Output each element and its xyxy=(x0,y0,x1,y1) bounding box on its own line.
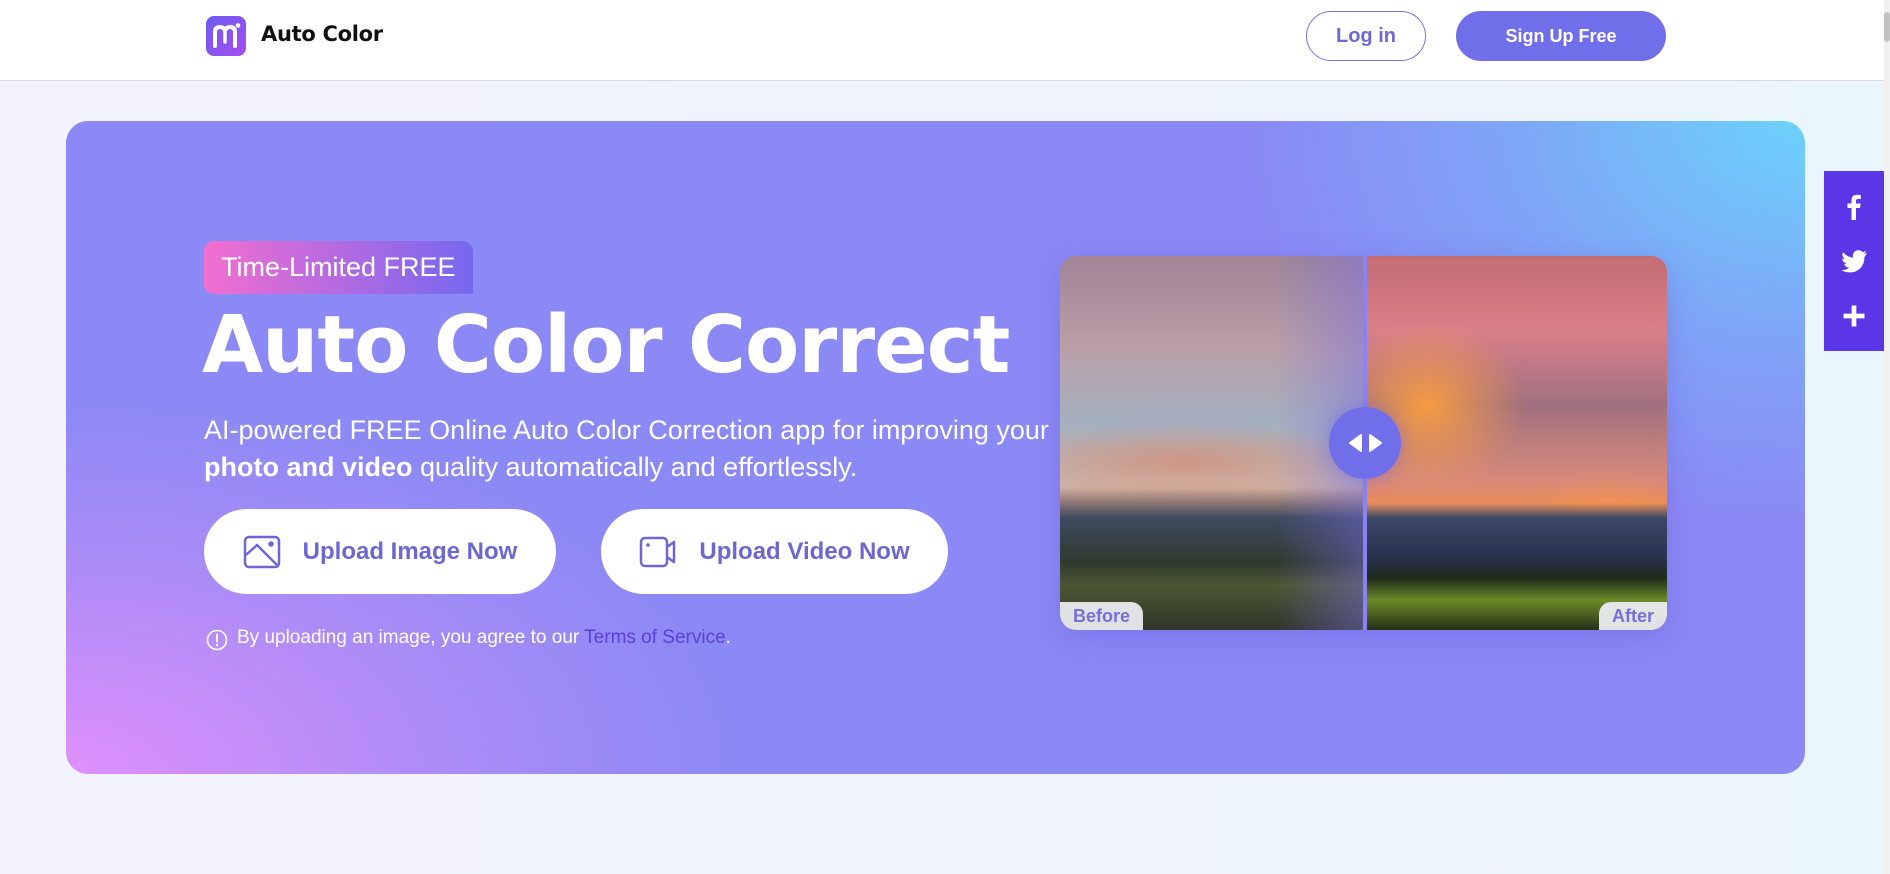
before-image xyxy=(1060,256,1365,630)
hero-subtitle: AI-powered FREE Online Auto Color Correc… xyxy=(204,412,1104,486)
login-button[interactable]: Log in xyxy=(1306,11,1426,61)
hero-section: Time-Limited FREE Auto Color Correct AI-… xyxy=(66,121,1805,774)
time-limited-badge: Time-Limited FREE xyxy=(204,241,473,294)
twitter-share-button[interactable] xyxy=(1836,243,1872,279)
image-icon xyxy=(243,535,280,568)
upload-video-label: Upload Video Now xyxy=(699,537,910,565)
before-after-comparison[interactable]: Before After xyxy=(1060,256,1667,630)
upload-image-button[interactable]: Upload Image Now xyxy=(204,509,556,594)
comparison-slider-handle[interactable] xyxy=(1329,407,1401,479)
before-label: Before xyxy=(1060,602,1144,630)
facebook-share-button[interactable] xyxy=(1836,188,1872,224)
subtitle-line1: AI-powered FREE Online Auto Color Correc… xyxy=(204,415,1049,445)
subtitle-bold: photo and video xyxy=(204,452,413,482)
page-title: Auto Color Correct xyxy=(202,299,1010,391)
signup-button[interactable]: Sign Up Free xyxy=(1456,11,1666,61)
arrow-right-icon xyxy=(1368,434,1382,452)
facebook-icon xyxy=(1847,195,1861,221)
brand-name[interactable]: Auto Color xyxy=(261,22,383,46)
terms-of-service-link[interactable]: Terms of Service xyxy=(584,627,725,648)
info-icon xyxy=(206,629,228,651)
scrollbar[interactable] xyxy=(1884,0,1890,874)
social-share-bar xyxy=(1824,171,1884,351)
notice-end: . xyxy=(725,627,731,648)
upload-image-label: Upload Image Now xyxy=(302,537,518,565)
subtitle-rest: quality automatically and effortlessly. xyxy=(412,452,858,482)
terms-notice: By uploading an image, you agree to our … xyxy=(206,625,731,651)
plus-share-icon xyxy=(1843,305,1865,327)
more-share-button[interactable] xyxy=(1836,298,1872,334)
after-image xyxy=(1367,256,1667,630)
scrollbar-thumb[interactable] xyxy=(1884,12,1890,42)
after-label: After xyxy=(1598,602,1667,630)
media-io-logo-icon[interactable] xyxy=(206,16,246,56)
arrow-left-icon xyxy=(1348,434,1362,452)
upload-video-button[interactable]: Upload Video Now xyxy=(601,509,948,594)
video-icon xyxy=(640,536,676,567)
twitter-icon xyxy=(1841,250,1867,273)
notice-text: By uploading an image, you agree to our xyxy=(237,627,585,648)
top-header: Auto Color Log in Sign Up Free xyxy=(0,0,1888,81)
